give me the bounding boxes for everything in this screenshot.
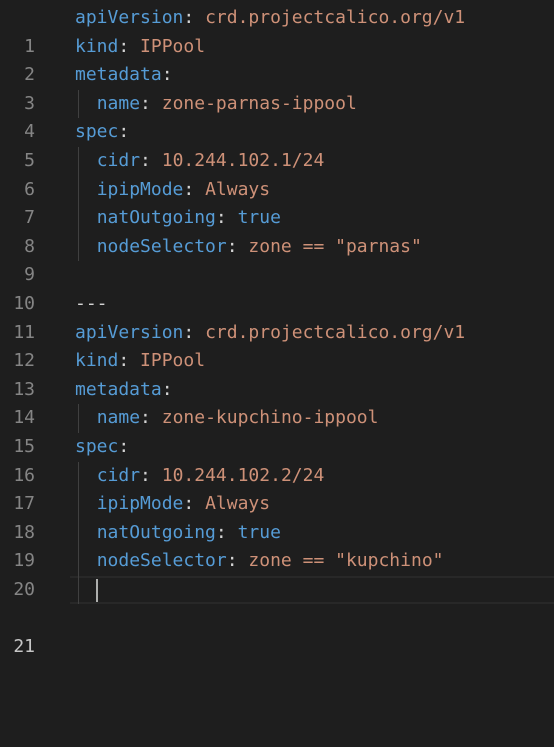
yaml-key: metadata [75, 378, 162, 400]
yaml-colon: : [118, 435, 130, 457]
yaml-value: crd.projectcalico.org/v1 [205, 321, 466, 343]
yaml-boolean: true [237, 207, 281, 229]
code-text: apiVersion: crd.projectcalico.org/v1 [75, 4, 465, 33]
yaml-key: ipipMode [96, 178, 184, 200]
code-line-2[interactable]: 2 kind: IPPool [0, 33, 554, 86]
yaml-colon: : [215, 207, 227, 229]
line-number: 21 [13, 636, 35, 658]
yaml-key: nodeSelector [96, 550, 227, 572]
yaml-value: IPPool [140, 35, 206, 57]
code-line-21[interactable]: 21 [0, 575, 554, 657]
code-text: name: zone-parnas-ippool [75, 90, 357, 119]
yaml-key: ipipMode [96, 493, 184, 515]
current-line-highlight [70, 575, 554, 605]
code-line-15[interactable]: 15 name: zone-kupchino-ippool [0, 404, 554, 457]
yaml-value: zone == "kupchino" [248, 550, 444, 572]
yaml-key: natOutgoing [96, 207, 216, 229]
code-line-20[interactable]: 20 nodeSelector: zone == "kupchino" [0, 547, 554, 600]
yaml-colon: : [161, 378, 173, 400]
yaml-value: Always [205, 178, 271, 200]
code-line-16[interactable]: 16 spec: [0, 433, 554, 486]
yaml-value: Always [205, 493, 271, 515]
code-text: metadata: [75, 376, 173, 405]
code-line-6[interactable]: 6 cidr: 10.244.102.1/24 [0, 146, 554, 200]
code-text: name: zone-kupchino-ippool [75, 404, 379, 433]
yaml-editor[interactable]: 1 apiVersion: crd.projectcalico.org/v1 2… [0, 0, 554, 657]
code-line-9[interactable]: 9 nodeSelector: zone == "parnas" [0, 232, 554, 285]
yaml-key: nodeSelector [96, 235, 227, 257]
code-text: ipipMode: Always [75, 176, 270, 205]
yaml-colon: : [183, 321, 195, 343]
code-line-4[interactable]: 4 name: zone-parnas-ippool [0, 89, 554, 142]
yaml-key: cidr [96, 149, 141, 171]
code-line-8[interactable]: 8 natOutgoing: true [0, 204, 554, 257]
yaml-key: name [96, 92, 141, 114]
yaml-colon: : [118, 350, 130, 372]
code-text: spec: [75, 118, 129, 147]
code-line-19[interactable]: 19 natOutgoing: true [0, 518, 554, 571]
yaml-colon: : [140, 407, 151, 429]
yaml-key: metadata [75, 64, 162, 86]
code-line-12[interactable]: 12 apiVersion: crd.projectcalico.org/v1 [0, 319, 554, 372]
code-line-13[interactable]: 13 kind: IPPool [0, 347, 554, 400]
yaml-colon: : [140, 149, 151, 171]
yaml-colon: : [215, 521, 227, 543]
yaml-key: name [96, 407, 141, 429]
code-text: --- [75, 290, 108, 319]
yaml-colon: : [140, 464, 151, 486]
yaml-key: apiVersion [75, 321, 184, 343]
editor-lines: 1 apiVersion: crd.projectcalico.org/v1 2… [0, 4, 554, 657]
yaml-key: kind [75, 35, 119, 57]
yaml-value: 10.244.102.2/24 [161, 464, 325, 486]
indent-guide [78, 575, 79, 605]
code-line-18[interactable]: 18 ipipMode: Always [0, 490, 554, 543]
code-line-1[interactable]: 1 apiVersion: crd.projectcalico.org/v1 [0, 4, 554, 57]
yaml-colon: : [161, 64, 173, 86]
yaml-key: natOutgoing [96, 521, 216, 543]
yaml-value: crd.projectcalico.org/v1 [205, 7, 466, 28]
code-text: natOutgoing: true [75, 204, 281, 233]
yaml-colon: : [183, 7, 195, 28]
yaml-colon: : [183, 178, 195, 200]
text-cursor [96, 578, 98, 602]
code-text: cidr: 10.244.102.2/24 [75, 462, 325, 491]
code-line-5[interactable]: 5 spec: [0, 118, 554, 171]
yaml-value: zone == "parnas" [248, 235, 422, 257]
code-line-7[interactable]: 7 ipipMode: Always [0, 175, 554, 228]
document-separator: --- [75, 292, 108, 314]
yaml-key: spec [75, 121, 119, 143]
yaml-value: zone-kupchino-ippool [161, 407, 379, 429]
yaml-colon: : [118, 121, 130, 143]
code-text: natOutgoing: true [75, 519, 281, 548]
code-text: ipipMode: Always [75, 490, 270, 519]
yaml-value: IPPool [140, 350, 206, 372]
code-line-3[interactable]: 3 metadata: [0, 61, 554, 114]
code-text: spec: [75, 433, 129, 462]
code-line-10[interactable]: 10 [0, 261, 554, 314]
yaml-colon: : [226, 235, 238, 257]
yaml-value: zone-parnas-ippool [161, 92, 357, 114]
code-text: kind: IPPool [75, 33, 205, 62]
yaml-key: apiVersion [75, 7, 184, 28]
yaml-value: 10.244.102.1/24 [161, 149, 325, 171]
yaml-boolean: true [237, 521, 281, 543]
code-text: metadata: [75, 61, 173, 90]
code-line-14[interactable]: 14 metadata: [0, 376, 554, 429]
yaml-colon: : [118, 35, 130, 57]
code-text: kind: IPPool [75, 347, 205, 376]
code-line-11[interactable]: 11 --- [0, 290, 554, 343]
yaml-colon: : [183, 493, 195, 515]
yaml-key: kind [75, 350, 119, 372]
yaml-colon: : [226, 550, 238, 572]
yaml-key: spec [75, 435, 119, 457]
code-text: apiVersion: crd.projectcalico.org/v1 [75, 319, 465, 348]
code-line-17[interactable]: 17 cidr: 10.244.102.2/24 [0, 461, 554, 514]
code-text: nodeSelector: zone == "parnas" [75, 233, 422, 262]
code-text: nodeSelector: zone == "kupchino" [75, 547, 444, 576]
code-text: cidr: 10.244.102.1/24 [75, 147, 325, 176]
yaml-key: cidr [96, 464, 141, 486]
yaml-colon: : [140, 92, 151, 114]
